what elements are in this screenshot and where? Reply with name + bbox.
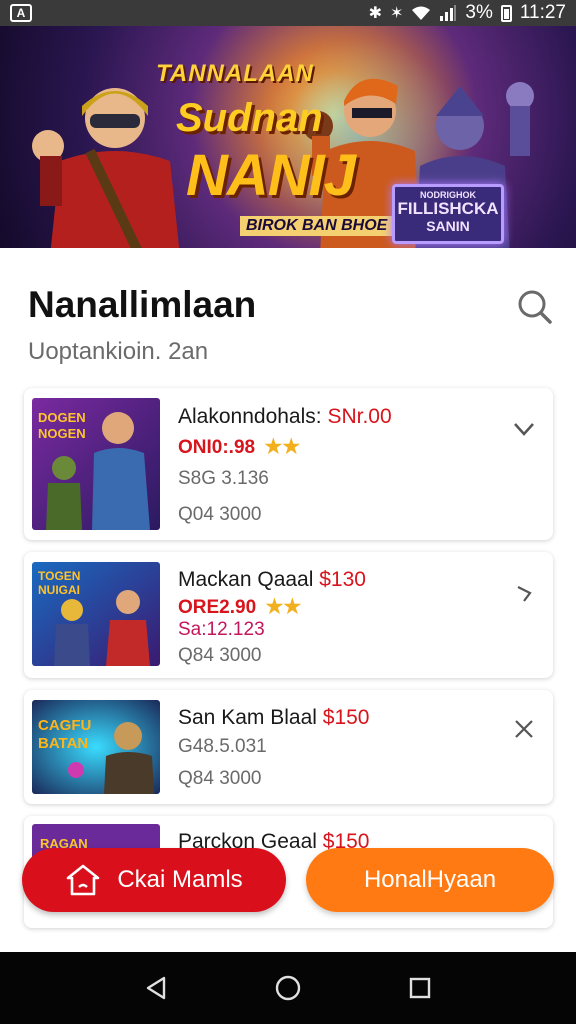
arrow-icon [517, 586, 532, 602]
game-price: SNr.00 [327, 405, 392, 428]
game-stat: G48.5.031 [178, 736, 267, 757]
game-card[interactable]: CAGFU BATAN San Kam Blaal $150 G48.5.031… [24, 690, 553, 804]
banner-sign: NODRIGHOK FILLISHCKA SANIN [392, 184, 504, 244]
secondary-action-label: HonalHyaan [363, 866, 497, 893]
game-code: ONI0:.98 [178, 437, 256, 458]
system-nav-bar [0, 952, 576, 1024]
game-thumbnail: DOGEN NOGEN [32, 398, 160, 530]
svg-text:NUIGAI: NUIGAI [38, 583, 80, 597]
game-price: $150 [322, 706, 370, 729]
vibrate-icon: ✶ [389, 5, 404, 22]
signal-icon [440, 5, 457, 21]
game-rating-row: ORE2.90 ★★ [178, 594, 301, 619]
game-name-row: Mackan Qaaal $130 [178, 568, 366, 592]
banner-title-line3: NANIJ [186, 143, 356, 208]
search-icon [518, 290, 552, 324]
clock: 11:27 [519, 2, 566, 23]
primary-action-label: Ckai Mamls [117, 866, 243, 893]
page-title: Nanallimlaan [28, 284, 257, 325]
game-price: $130 [319, 568, 366, 591]
game-name-row: Alakonndohals: SNr.00 [178, 405, 392, 429]
banner-sign-main: FILLISHCKA [397, 199, 499, 218]
banner-title-line1: TANNALAAN [156, 60, 314, 87]
game-card[interactable]: TOGEN NUIGAI Mackan Qaaal $130 ORE2.90 ★… [24, 552, 553, 678]
home-circle-icon [275, 975, 301, 1001]
game-thumbnail: CAGFU BATAN [32, 700, 160, 794]
recents-button[interactable] [400, 968, 440, 1008]
game-count: Q04 3000 [178, 504, 262, 525]
game-code: ORE2.90 [178, 597, 257, 618]
page-subtitle: Uoptankioin. 2an [28, 338, 209, 365]
banner-tagline: BIROK BAN BHOE [240, 216, 394, 236]
expand-button[interactable] [509, 414, 539, 444]
banner-sign-bottom: SANIN [426, 218, 470, 234]
game-name: Mackan Qaaal [178, 568, 314, 591]
home-nav-button[interactable] [268, 968, 308, 1008]
banner-title-line2: Sudnan [176, 96, 323, 140]
svg-text:TOGEN: TOGEN [38, 569, 80, 583]
chevron-down-icon [514, 423, 534, 436]
primary-action-button[interactable]: Ckai Mamls [22, 848, 286, 912]
svg-text:NOGEN: NOGEN [38, 426, 86, 441]
svg-text:CAGFU: CAGFU [38, 717, 91, 734]
wifi-icon [412, 6, 431, 20]
open-button[interactable] [509, 578, 539, 608]
star-icon: ★★ [265, 596, 302, 618]
secondary-action-button[interactable]: HonalHyaan [306, 848, 554, 912]
search-button[interactable] [514, 286, 554, 326]
recents-square-icon [409, 977, 431, 999]
status-icons: ✱ ✶ 3% 11:27 [369, 2, 566, 24]
game-count: Q84 3000 [178, 768, 262, 789]
game-name-row: San Kam Blaal $150 [178, 706, 369, 730]
home-icon [67, 864, 100, 896]
game-name: Alakonndohals: [178, 405, 322, 428]
game-thumbnail: TOGEN NUIGAI [32, 562, 160, 666]
hero-left-illustration [32, 88, 180, 248]
svg-text:DOGEN: DOGEN [38, 410, 86, 425]
svg-text:BATAN: BATAN [38, 735, 88, 752]
promo-banner[interactable]: TANNALAAN Sudnan NANIJ BIROK BAN BHOE NO… [0, 26, 576, 248]
bluetooth-icon: ✱ [368, 5, 382, 22]
remove-button[interactable] [509, 714, 539, 744]
game-count: Q84 3000 [178, 645, 262, 666]
back-triangle-icon [146, 976, 166, 1000]
app-notification-icon: A [10, 4, 32, 22]
game-stat: Sa:12.123 [178, 619, 265, 640]
game-name: San Kam Blaal [178, 706, 317, 729]
close-icon [515, 720, 533, 738]
game-card[interactable]: DOGEN NOGEN Alakonndohals: SNr.00 ONI0:.… [24, 388, 553, 540]
status-bar: A ✱ ✶ 3% 11:27 [0, 0, 576, 26]
battery-icon [500, 4, 512, 22]
game-stat: S8G 3.136 [178, 468, 269, 489]
back-button[interactable] [136, 968, 176, 1008]
star-icon: ★★ [264, 436, 301, 458]
game-rating-row: ONI0:.98 ★★ [178, 434, 300, 459]
battery-percent: 3% [465, 2, 493, 23]
